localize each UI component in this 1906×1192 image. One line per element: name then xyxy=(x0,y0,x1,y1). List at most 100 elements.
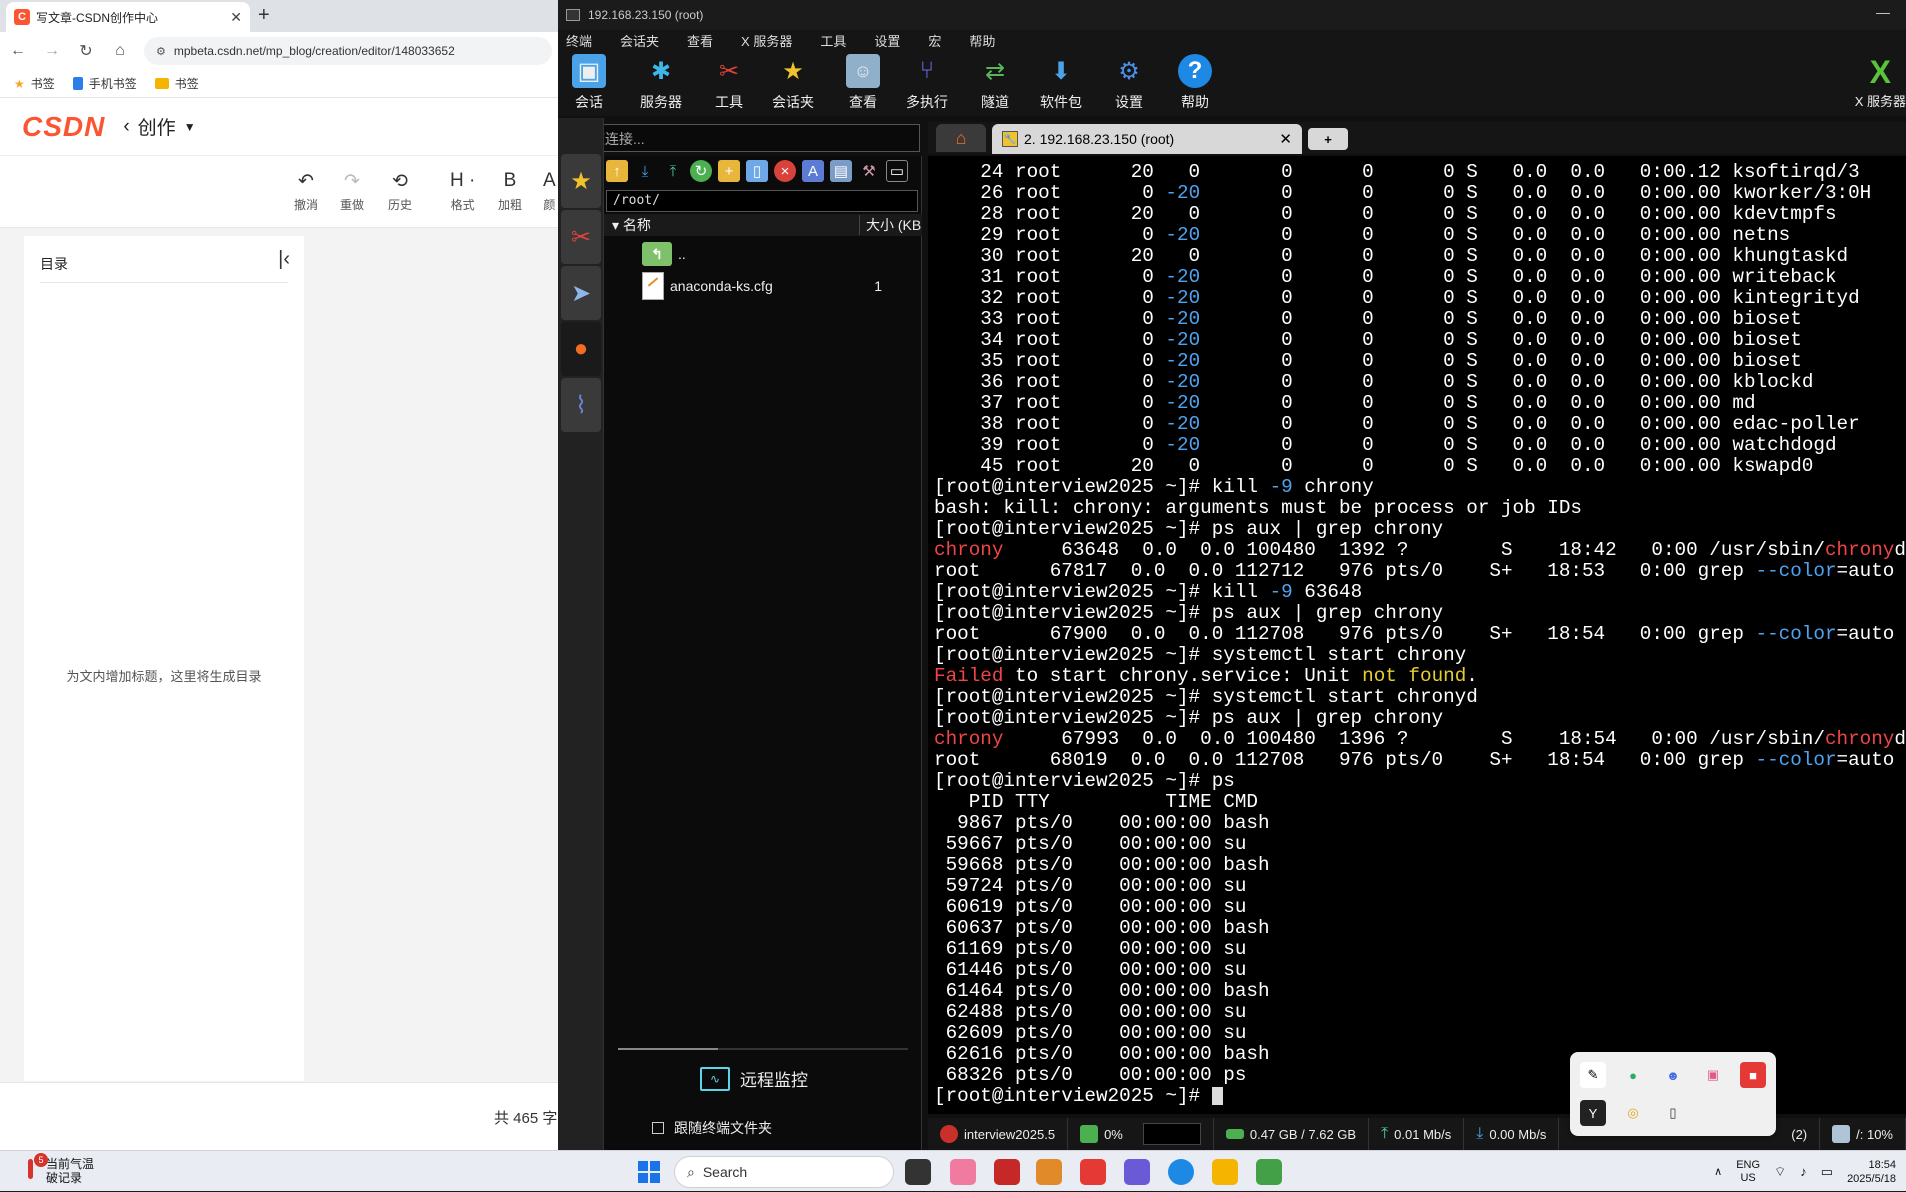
menu-help[interactable]: 帮助 xyxy=(969,31,995,50)
properties-icon[interactable]: ▤ xyxy=(830,160,852,182)
new-file-icon[interactable]: ▯ xyxy=(746,160,768,182)
new-folder-icon[interactable]: + xyxy=(718,160,740,182)
menu-view[interactable]: 查看 xyxy=(687,31,713,50)
app-dark-icon[interactable]: Y xyxy=(1580,1100,1606,1126)
upload-icon[interactable]: ⤒ xyxy=(662,160,684,182)
delete-icon[interactable]: × xyxy=(774,160,796,182)
file-explorer-icon[interactable] xyxy=(1212,1159,1238,1185)
rename-icon[interactable]: A xyxy=(802,160,824,182)
redo-button[interactable]: ↷重做 xyxy=(340,170,364,213)
scrollbar[interactable] xyxy=(618,1048,908,1050)
tools-tab-icon[interactable]: ✂ xyxy=(561,210,601,264)
ribbon-tools[interactable]: ✂工具 xyxy=(712,54,746,112)
csdn-logo[interactable]: CSDN xyxy=(22,111,105,143)
ribbon-multiexec[interactable]: ⑂多执行 xyxy=(906,54,948,112)
forward-icon[interactable]: → xyxy=(42,42,62,60)
menu-settings[interactable]: 设置 xyxy=(874,31,900,50)
ribbon-tunnel[interactable]: ⇄隧道 xyxy=(978,54,1012,112)
bookmark-item[interactable]: 手机书签 xyxy=(73,75,137,92)
sftp-path-input[interactable]: /root/ xyxy=(606,190,918,212)
minimize-icon[interactable]: — xyxy=(1876,4,1890,20)
clock[interactable]: 18:54 2025/5/18 xyxy=(1847,1158,1896,1186)
volume-icon[interactable]: ♪ xyxy=(1800,1164,1807,1179)
session-tab[interactable]: 🔧 2. 192.168.23.150 (root) ✕ xyxy=(992,124,1302,154)
back-icon[interactable]: ← xyxy=(8,42,28,60)
collapse-icon[interactable]: |‹ xyxy=(278,248,290,271)
wifi-icon[interactable]: ⌔ xyxy=(1774,1164,1786,1180)
menu-terminal[interactable]: 终端 xyxy=(566,31,592,50)
xserver-button[interactable]: XX 服务器 xyxy=(1855,54,1906,110)
reload-icon[interactable]: ↻ xyxy=(76,41,96,61)
color-button[interactable]: A颜 xyxy=(543,170,556,213)
ribbon-session[interactable]: ▣会话 xyxy=(572,54,606,112)
file-row[interactable]: anaconda-ks.cfg 1 xyxy=(642,272,882,300)
mobaxterm-app-icon[interactable] xyxy=(994,1159,1020,1185)
new-tab-button[interactable]: + xyxy=(258,4,270,27)
terminal-output[interactable]: 24 root 20 0 0 0 0 S 0.0 0.0 0:00.12 kso… xyxy=(928,156,1906,1114)
attachment-tab-icon[interactable]: ⌇ xyxy=(561,378,601,432)
tab-close-icon[interactable]: ✕ xyxy=(230,9,242,26)
windows-start-icon[interactable] xyxy=(638,1161,660,1183)
bold-button[interactable]: B加粗 xyxy=(498,170,522,213)
name-column[interactable]: ▾ 名称 xyxy=(604,215,860,235)
weather-widget[interactable]: 5 当前气温 破记录 xyxy=(22,1157,94,1185)
bilibili-icon[interactable]: ▣ xyxy=(1700,1062,1726,1088)
edge-app-icon[interactable] xyxy=(1168,1159,1194,1185)
usb-icon[interactable]: ▯ xyxy=(1660,1100,1686,1126)
ribbon-favorites[interactable]: ★会话夹 xyxy=(772,54,814,112)
bot-app-icon[interactable] xyxy=(1124,1159,1150,1185)
chrome-icon[interactable]: ◎ xyxy=(1620,1100,1646,1126)
checkbox[interactable] xyxy=(652,1122,664,1134)
battery-icon[interactable]: ▭ xyxy=(1821,1164,1833,1180)
menu-sessions[interactable]: 会话夹 xyxy=(620,31,659,50)
terminal-icon[interactable]: ▭ xyxy=(886,160,908,182)
wechat-icon[interactable]: ● xyxy=(1620,1062,1646,1088)
language-indicator[interactable]: ENG US xyxy=(1736,1159,1760,1185)
size-column[interactable]: 大小 (KB xyxy=(860,215,921,235)
ribbon-packages[interactable]: ⬇软件包 xyxy=(1040,54,1082,112)
create-menu[interactable]: ‹ 创作 ▼ xyxy=(123,113,195,140)
task-view-icon[interactable] xyxy=(905,1159,931,1185)
close-icon[interactable]: ✕ xyxy=(1279,130,1292,148)
chevron-up-icon[interactable]: ∧ xyxy=(1714,1165,1722,1178)
app-red-icon[interactable]: ■ xyxy=(1740,1062,1766,1088)
editor-footer: 共 465 字 xyxy=(0,1082,560,1150)
taskbar-search[interactable]: ⌕ Search xyxy=(674,1156,894,1188)
folder-up-icon[interactable]: ↑ xyxy=(606,160,628,182)
ribbon-servers[interactable]: ✱服务器 xyxy=(640,54,682,112)
bookmark-item[interactable]: ★书签 xyxy=(14,75,55,92)
bilibili-app-icon[interactable] xyxy=(950,1159,976,1185)
macros-tab-icon[interactable]: ● xyxy=(561,322,601,376)
menu-macros[interactable]: 宏 xyxy=(928,31,941,50)
refresh-icon[interactable]: ↻ xyxy=(690,160,712,182)
site-info-icon[interactable]: ⚙ xyxy=(156,45,166,58)
remote-monitor-button[interactable]: ∿ 远程监控 xyxy=(700,1066,808,1091)
wand-icon[interactable]: ⚒ xyxy=(858,160,880,182)
app-orange-icon[interactable] xyxy=(1036,1159,1062,1185)
menu-tools[interactable]: 工具 xyxy=(820,31,846,50)
ribbon-settings[interactable]: ⚙设置 xyxy=(1112,54,1146,112)
home-icon[interactable]: ⌂ xyxy=(110,42,130,60)
ribbon-view[interactable]: ☺查看 xyxy=(846,54,880,112)
url-field[interactable]: ⚙ mpbeta.csdn.net/mp_blog/creation/edito… xyxy=(144,37,552,65)
file-row-parent[interactable]: ↰ .. xyxy=(642,242,686,266)
bot-icon[interactable]: ☻ xyxy=(1660,1062,1686,1088)
browser-tab[interactable]: C 写文章-CSDN创作中心 ✕ xyxy=(6,2,250,32)
sessions-tab-star-icon[interactable]: ★ xyxy=(561,154,601,208)
download-icon[interactable]: ⤓ xyxy=(634,160,656,182)
app-green-icon[interactable] xyxy=(1256,1159,1282,1185)
follow-terminal-checkbox[interactable]: 跟随终端文件夹 xyxy=(652,1118,772,1138)
sftp-tab-icon[interactable]: ➤ xyxy=(561,266,601,320)
pen-icon[interactable]: ✎ xyxy=(1580,1062,1606,1088)
format-button[interactable]: H ·格式 xyxy=(450,170,475,213)
settings-icon: ⚙ xyxy=(1112,54,1146,88)
quick-connect-input[interactable]: 快速连接... xyxy=(560,124,920,152)
new-tab-button[interactable]: + xyxy=(1308,128,1348,150)
bookmark-item[interactable]: 书签 xyxy=(155,75,199,92)
history-button[interactable]: ⟲历史 xyxy=(388,170,412,213)
undo-button[interactable]: ↶撤消 xyxy=(294,170,318,213)
home-tab-icon[interactable]: ⌂ xyxy=(936,124,986,152)
ribbon-help[interactable]: ?帮助 xyxy=(1178,54,1212,112)
menu-xserver[interactable]: X 服务器 xyxy=(741,31,792,50)
netease-app-icon[interactable] xyxy=(1080,1159,1106,1185)
